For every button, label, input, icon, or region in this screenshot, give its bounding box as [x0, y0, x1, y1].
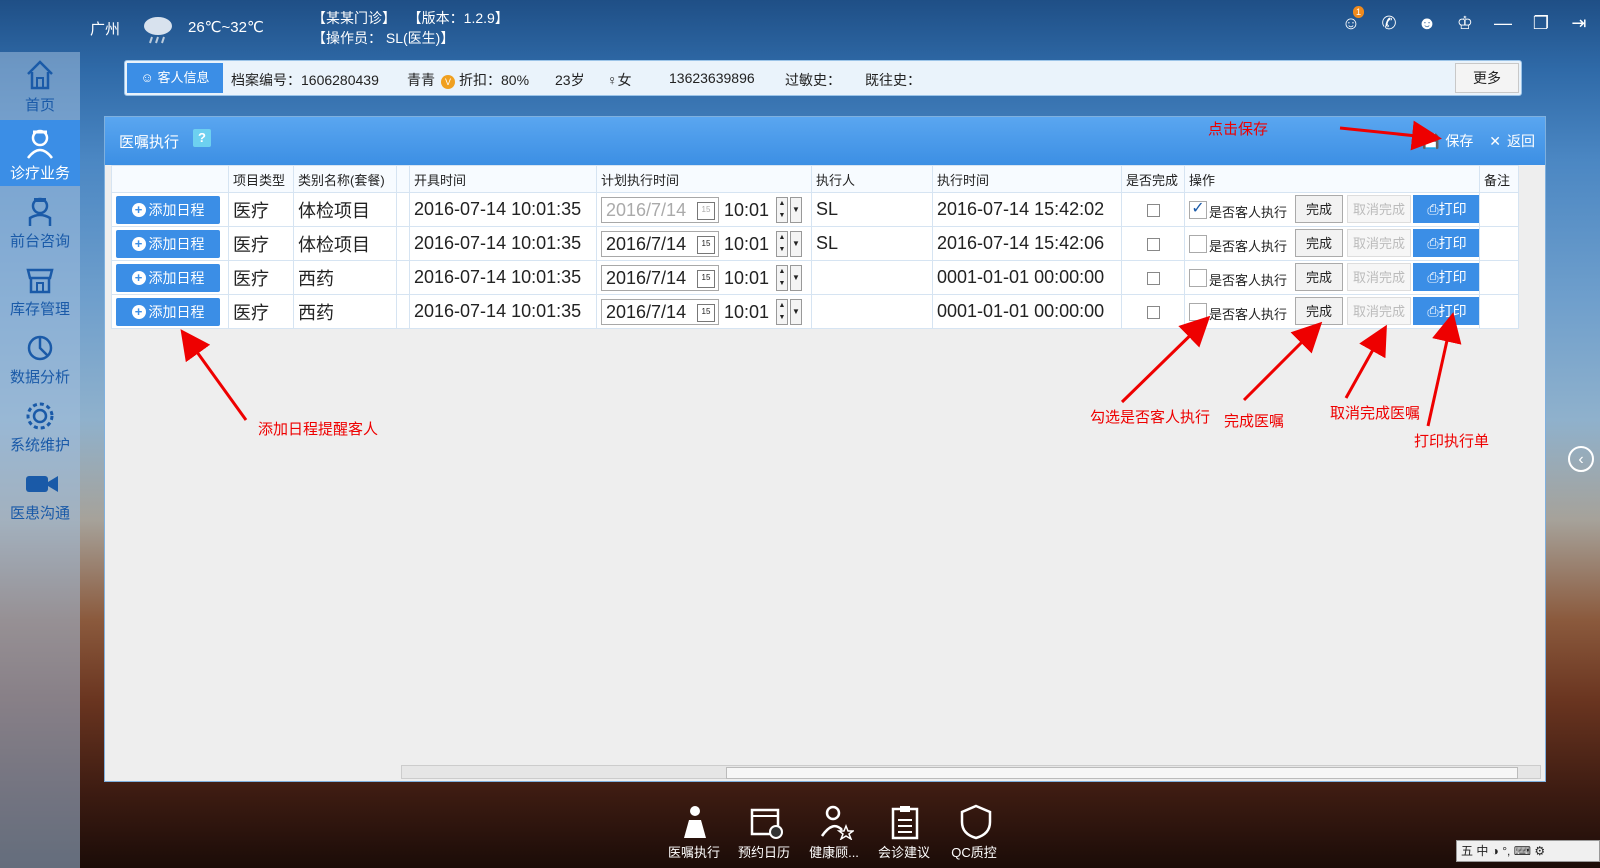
annotation-cancel: 取消完成医嘱	[1330, 405, 1421, 422]
calendar-icon	[750, 808, 783, 839]
annotation-save: 点击保存	[1208, 121, 1269, 138]
annotation-print: 打印执行单	[1414, 433, 1490, 450]
ime-tray[interactable]: 五 中 ◑ °, ⌨ ⚙	[1456, 840, 1600, 862]
annotation-add: 添加日程提醒客人	[258, 421, 379, 438]
dock-item-order-exec[interactable]: 医嘱执行	[660, 800, 728, 868]
dock-label: 预约日历	[737, 845, 790, 860]
dock-label: 会诊建议	[877, 845, 930, 860]
dock-label: QC质控	[951, 845, 997, 860]
dock-label: 医嘱执行	[667, 845, 720, 860]
dock-item-health-advisor[interactable]: 健康顾...	[800, 800, 868, 868]
annotation-arrows	[180, 120, 1462, 427]
dock-item-calendar[interactable]: 预约日历	[730, 800, 798, 868]
collapse-arrow-icon[interactable]: ‹	[1568, 446, 1594, 472]
qc-shield-icon	[960, 804, 992, 840]
dock-item-consultation[interactable]: 会诊建议	[870, 800, 938, 868]
order-exec-icon	[684, 806, 706, 838]
dock-item-qc[interactable]: QC质控	[940, 800, 1008, 868]
bottom-dock: 医嘱执行 预约日历 健康顾... 会诊建议 QC质控	[620, 800, 1080, 868]
annotation-done: 完成医嘱	[1224, 413, 1285, 430]
annotation-check: 勾选是否客人执行	[1090, 409, 1211, 426]
advisor-icon	[820, 805, 854, 840]
dock-label: 健康顾...	[809, 845, 859, 860]
clipboard-icon	[891, 806, 919, 840]
